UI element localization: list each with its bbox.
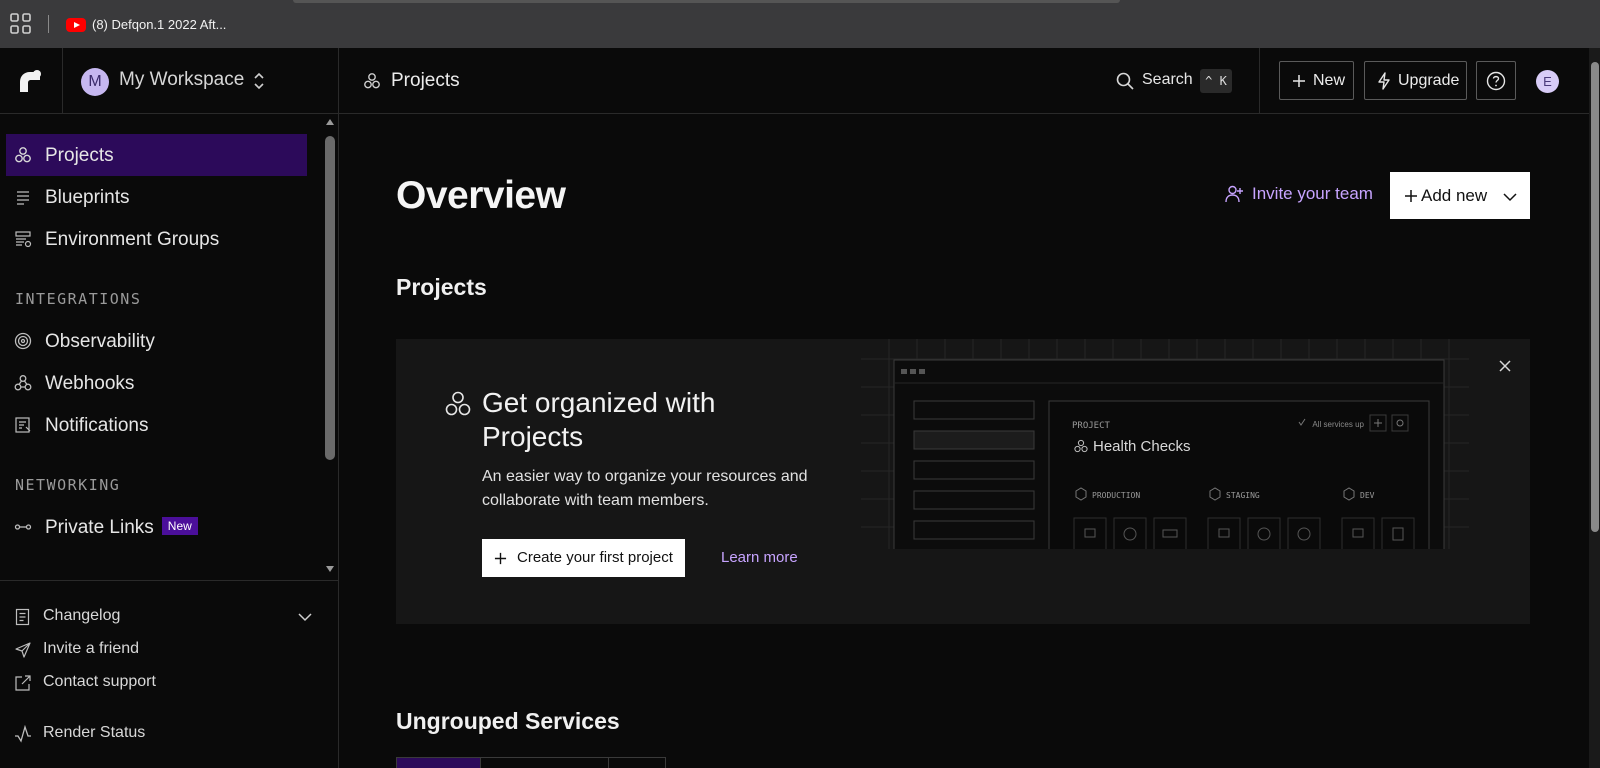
workspace-avatar: M — [81, 68, 109, 96]
projects-promo-card: Get organized with Projects An easier wa… — [396, 339, 1530, 624]
plus-icon — [494, 552, 507, 565]
plus-icon — [1405, 190, 1417, 202]
sidebar-item-label: Private Links New — [45, 517, 198, 539]
browser-separator — [48, 15, 49, 33]
sidebar-item-observability[interactable]: Observability — [6, 320, 307, 362]
invite-team-label: Invite your team — [1252, 184, 1373, 203]
create-project-button[interactable]: Create your first project — [482, 539, 685, 577]
search-label: Search — [1142, 71, 1193, 88]
sidebar-item-private-links[interactable]: Private Links New — [6, 506, 307, 548]
services-tabs[interactable] — [396, 757, 666, 768]
services-tab-active[interactable] — [397, 758, 481, 768]
promo-description: An easier way to organize your resources… — [482, 468, 808, 509]
close-icon[interactable] — [1498, 359, 1512, 373]
user-avatar[interactable]: E — [1536, 70, 1559, 93]
workspace-name: My Workspace — [119, 69, 245, 90]
help-icon — [1486, 71, 1506, 91]
promo-title: Get organized with Projects — [482, 387, 716, 452]
blueprints-icon — [17, 191, 29, 205]
new-badge: New — [161, 517, 198, 535]
contact-support-label: Contact support — [43, 673, 156, 690]
sidebar-changelog[interactable]: Changelog — [14, 605, 314, 629]
chevron-down-icon — [1503, 193, 1517, 202]
learn-more-link[interactable]: Learn more — [721, 549, 798, 566]
changelog-icon — [15, 608, 30, 626]
sidebar-item-label: Observability — [45, 331, 155, 352]
sidebar-divider — [0, 580, 338, 581]
add-user-icon — [1225, 185, 1243, 203]
upgrade-button[interactable]: Upgrade — [1364, 61, 1467, 100]
private-links-icon — [14, 524, 32, 530]
workspace-switcher[interactable]: M My Workspace — [63, 48, 339, 113]
illustration-project-name: Health Checks — [1093, 438, 1191, 455]
status-pulse-icon — [15, 725, 31, 743]
page-title: Overview — [396, 174, 566, 217]
external-link-icon — [15, 675, 31, 691]
sidebar-item-projects[interactable]: Projects — [6, 134, 307, 176]
sidebar-item-environment-groups[interactable]: Environment Groups — [6, 218, 307, 260]
environment-groups-icon — [15, 231, 32, 248]
changelog-label: Changelog — [43, 607, 121, 624]
illustration-status: All services up — [1312, 420, 1364, 429]
webhooks-icon — [14, 375, 32, 391]
render-status-label: Render Status — [43, 724, 146, 741]
ungrouped-services-heading: Ungrouped Services — [396, 708, 620, 734]
new-button[interactable]: New — [1279, 61, 1354, 100]
browser-top-strip — [293, 0, 1120, 3]
app-header: M My Workspace Projects Search ^ K New U… — [0, 48, 1600, 114]
notifications-icon — [15, 417, 31, 433]
section-label-networking: NETWORKING — [15, 476, 121, 494]
upgrade-button-label: Upgrade — [1398, 72, 1460, 89]
lightning-icon — [1378, 72, 1390, 90]
private-links-label: Private Links — [45, 517, 154, 538]
page-scrollbar[interactable] — [1589, 48, 1600, 768]
sidebar-item-label: Blueprints — [45, 187, 130, 208]
invite-team-link[interactable]: Invite your team — [1225, 184, 1373, 204]
render-logo-icon — [20, 70, 41, 92]
browser-tab-title[interactable]: (8) Defqon.1 2022 Aft... — [92, 17, 226, 32]
add-new-button[interactable]: Add new — [1390, 172, 1530, 219]
projects-icon — [445, 391, 471, 416]
chevron-down-icon — [298, 613, 312, 622]
projects-illustration: PROJECT All services up Health Checks PR… — [861, 339, 1469, 549]
breadcrumb: Projects — [363, 70, 460, 92]
sidebar-item-label: Environment Groups — [45, 229, 220, 250]
observability-icon — [14, 332, 32, 350]
render-logo[interactable] — [0, 48, 63, 113]
add-new-label: Add new — [1421, 186, 1488, 205]
page-scrollbar-thumb[interactable] — [1591, 62, 1599, 532]
sidebar-item-label: Notifications — [45, 415, 149, 436]
breadcrumb-label: Projects — [391, 70, 460, 91]
youtube-favicon-icon — [66, 18, 86, 32]
new-button-label: New — [1313, 72, 1346, 89]
illustration-env-dev: DEV — [1360, 491, 1375, 500]
browser-tab-bar: (8) Defqon.1 2022 Aft... — [0, 0, 1600, 48]
plus-icon — [1293, 75, 1305, 87]
search-shortcut: ^ K — [1200, 69, 1232, 93]
sidebar: Projects Blueprints Environment Groups I… — [0, 114, 339, 768]
illustration-env-staging: STAGING — [1226, 491, 1260, 500]
projects-heading: Projects — [396, 274, 487, 300]
sidebar-item-blueprints[interactable]: Blueprints — [6, 176, 307, 218]
sidebar-item-notifications[interactable]: Notifications — [6, 404, 307, 446]
illustration-project-label: PROJECT — [1072, 421, 1111, 431]
section-label-integrations: INTEGRATIONS — [15, 290, 142, 308]
apps-grid-icon[interactable] — [10, 13, 32, 35]
help-button[interactable] — [1476, 61, 1516, 100]
services-tab-divider — [608, 758, 609, 768]
create-project-label: Create your first project — [517, 549, 673, 566]
invite-friend-label: Invite a friend — [43, 640, 140, 657]
illustration-env-production: PRODUCTION — [1092, 491, 1140, 500]
sidebar-item-label: Projects — [45, 145, 114, 166]
send-icon — [15, 642, 31, 658]
header-divider — [1259, 48, 1260, 113]
sidebar-item-label: Webhooks — [45, 373, 135, 394]
sidebar-scrollbar-thumb[interactable] — [325, 136, 335, 460]
main-content: Overview Invite your team Add new Projec… — [340, 114, 1589, 768]
search-icon — [1116, 72, 1134, 90]
projects-icon — [364, 73, 380, 89]
projects-icon — [15, 147, 31, 163]
sidebar-item-webhooks[interactable]: Webhooks — [6, 362, 307, 404]
chevron-updown-icon — [254, 72, 264, 90]
